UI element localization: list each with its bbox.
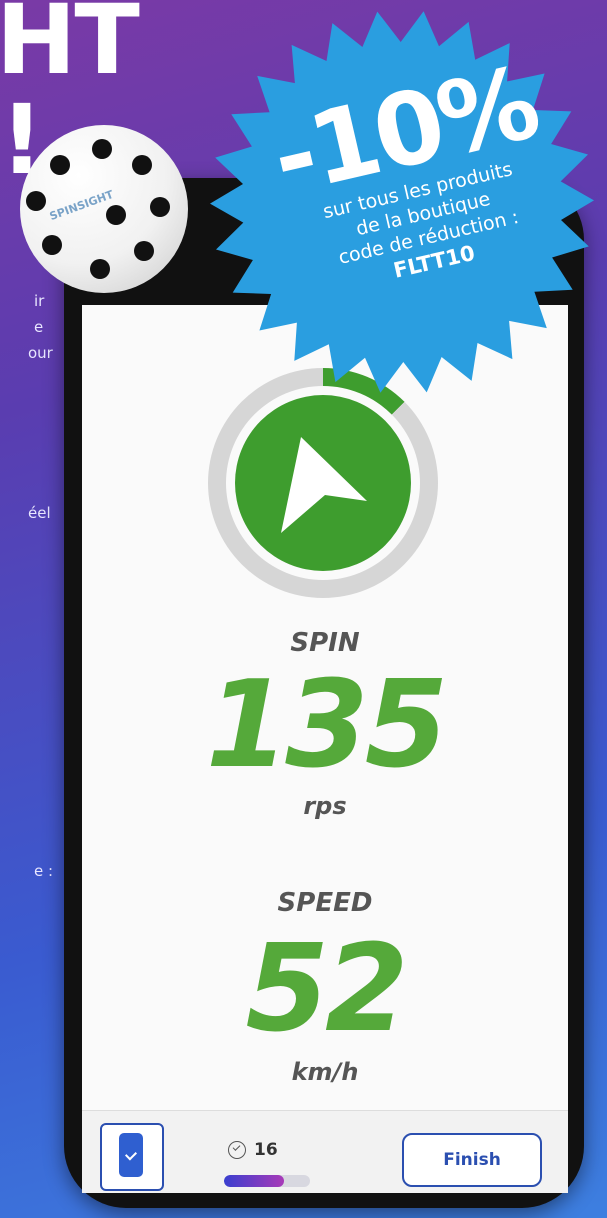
- device-check-button[interactable]: [100, 1123, 164, 1191]
- device-check-icon: [119, 1133, 143, 1177]
- text-fragment: ir: [34, 292, 45, 310]
- session-progress: [224, 1175, 310, 1187]
- finish-button[interactable]: Finish: [402, 1133, 542, 1187]
- text-fragment: our: [28, 344, 53, 362]
- session-progress-fill: [224, 1175, 285, 1187]
- shot-counter: 16: [228, 1140, 278, 1160]
- spin-value: 135: [205, 656, 449, 795]
- check-circle-icon: [228, 1141, 246, 1159]
- text-fragment: e :: [34, 862, 54, 880]
- headline-line-1: HT: [0, 0, 140, 96]
- text-fragment: e: [34, 318, 44, 336]
- ball-image: SPINSIGHT: [20, 125, 188, 293]
- spin-unit: rps: [303, 792, 347, 820]
- speed-label: SPEED: [277, 888, 373, 918]
- navigation-arrow-icon[interactable]: [235, 395, 411, 571]
- speed-value: 52: [245, 920, 409, 1059]
- text-fragment: éel: [28, 504, 51, 522]
- shot-count: 16: [254, 1140, 278, 1160]
- spin-label: SPIN: [290, 628, 360, 658]
- speed-unit: km/h: [291, 1058, 359, 1086]
- ball-brand: SPINSIGHT: [47, 187, 116, 224]
